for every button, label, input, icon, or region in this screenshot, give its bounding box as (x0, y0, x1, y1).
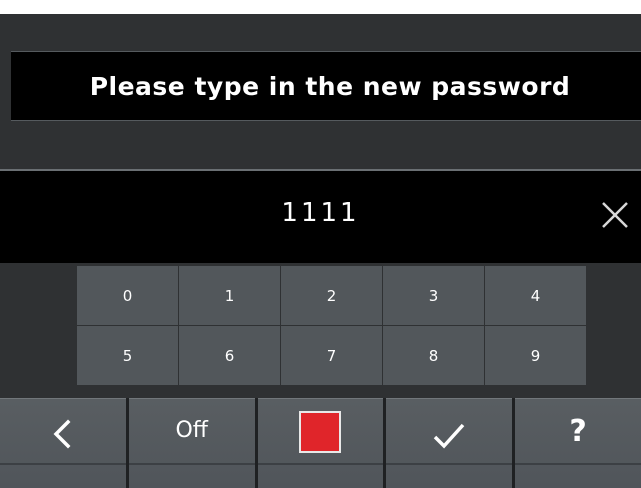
password-value: 1111 (281, 198, 360, 228)
bottom-toolbar: Off ? (0, 398, 641, 488)
back-button[interactable] (0, 398, 126, 488)
key-4[interactable]: 4 (485, 266, 586, 325)
confirm-button[interactable] (386, 398, 513, 488)
chevron-left-icon (53, 419, 71, 449)
key-5[interactable]: 5 (77, 326, 178, 385)
key-3[interactable]: 3 (383, 266, 484, 325)
clear-button[interactable] (593, 193, 637, 237)
key-6[interactable]: 6 (179, 326, 280, 385)
key-8[interactable]: 8 (383, 326, 484, 385)
off-button-label: Off (175, 418, 208, 443)
key-2[interactable]: 2 (281, 266, 382, 325)
help-button-label: ? (569, 414, 587, 449)
off-button[interactable]: Off (128, 398, 255, 488)
checkmark-icon (434, 423, 465, 449)
password-dialog: Please type in the new password 1111 0 1… (0, 14, 641, 488)
stop-square-icon (299, 411, 342, 453)
key-0[interactable]: 0 (77, 266, 178, 325)
key-1[interactable]: 1 (179, 266, 280, 325)
key-9[interactable]: 9 (485, 326, 586, 385)
key-7[interactable]: 7 (281, 326, 382, 385)
help-button[interactable]: ? (515, 398, 641, 488)
stop-button[interactable] (257, 398, 384, 488)
prompt-banner: Please type in the new password (11, 51, 641, 121)
numeric-keypad: 0 1 2 3 4 5 6 7 8 9 (77, 266, 587, 386)
close-icon (602, 202, 628, 228)
prompt-text: Please type in the new password (89, 71, 571, 101)
password-entry-field[interactable]: 1111 (0, 169, 641, 263)
